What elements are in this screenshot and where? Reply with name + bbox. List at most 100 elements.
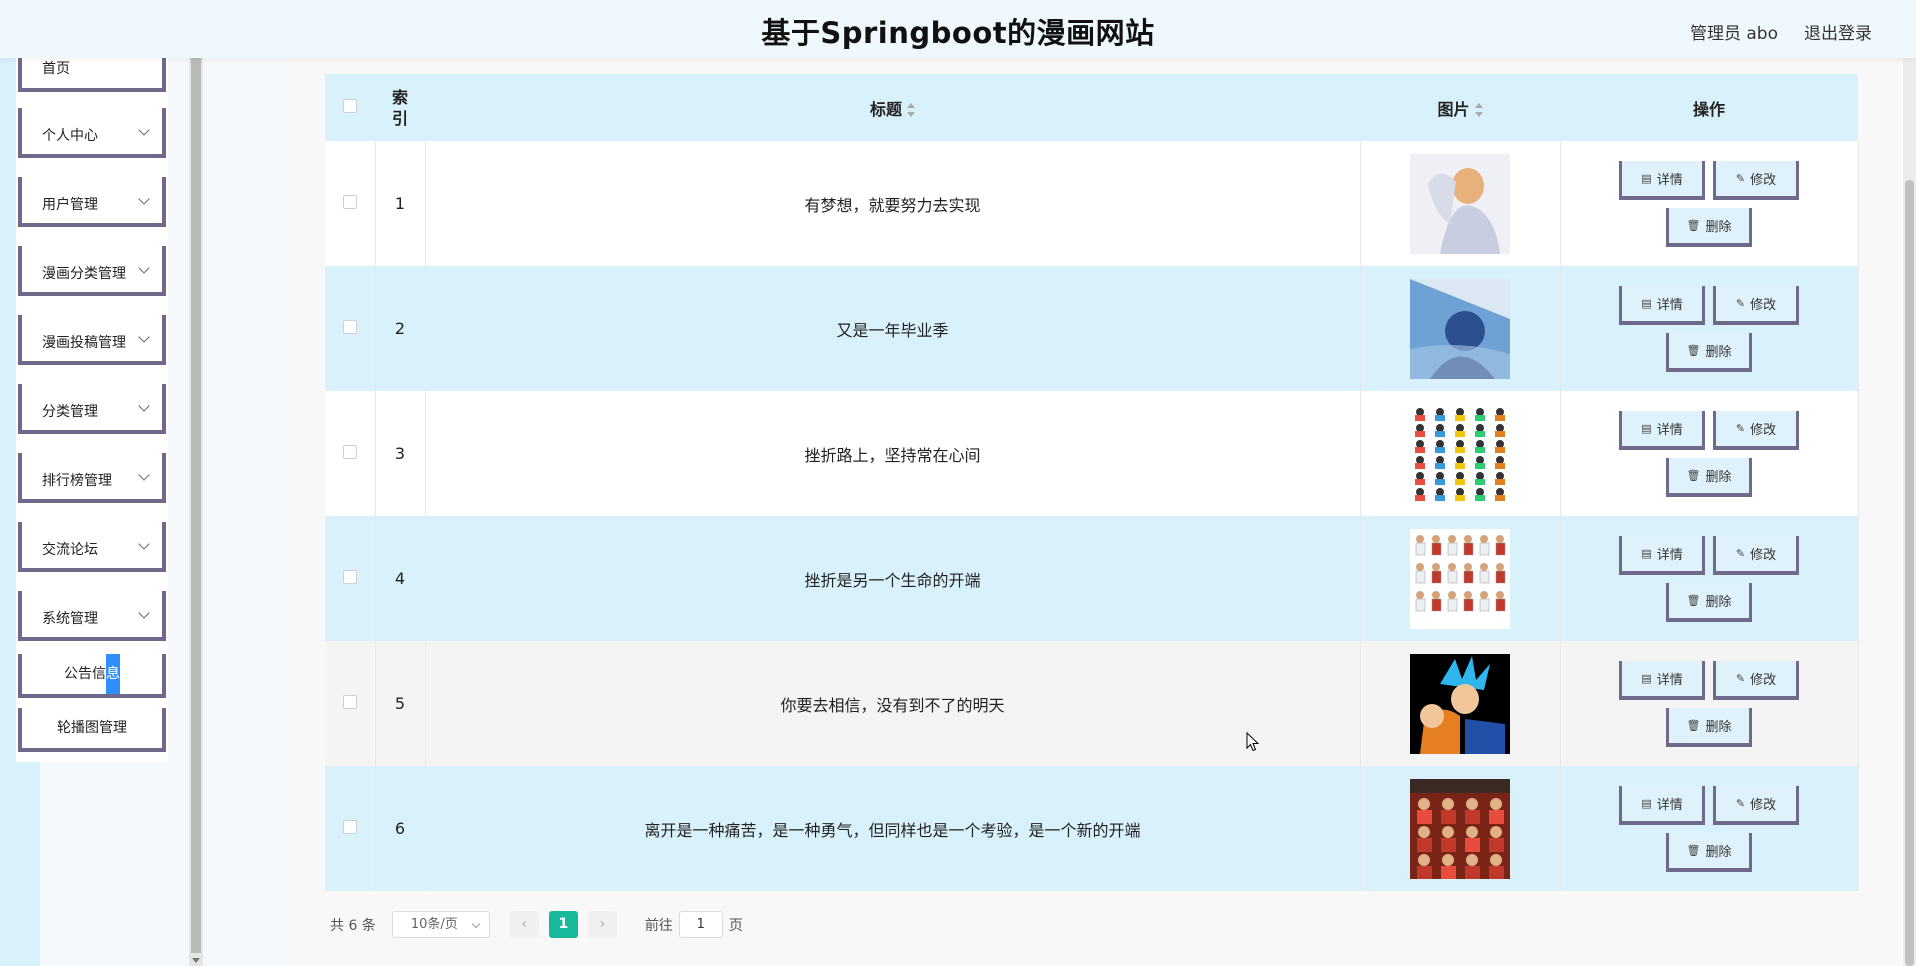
delete-button[interactable]: 🗑 删除: [1666, 707, 1752, 747]
index-cell: 3: [375, 391, 426, 516]
text-selection-highlight: 息: [106, 654, 120, 694]
trash-icon: 🗑: [1686, 593, 1701, 607]
column-header-title[interactable]: 标题: [425, 74, 1360, 141]
edit-button[interactable]: ✎ 修改: [1713, 160, 1799, 200]
pagination: 共 6 条 10条/页 ‹ 1 › 前往 1 页: [330, 911, 743, 938]
chevron-down-icon: [138, 193, 150, 205]
top-bar: 基于Springboot的漫画网站 管理员 abo 退出登录: [0, 0, 1916, 58]
title-cell: 挫折路上，坚持常在心间: [425, 391, 1361, 516]
row-checkbox[interactable]: [342, 195, 357, 209]
image-cell: [1360, 391, 1561, 516]
table-header-row: 索引 标题 图片 操作: [325, 74, 1858, 141]
detail-button[interactable]: ▤ 详情: [1619, 285, 1705, 325]
detail-button[interactable]: ▤ 详情: [1619, 410, 1705, 450]
comic-thumbnail[interactable]: [1410, 778, 1510, 879]
title-cell: 离开是一种痛苦，是一种勇气，但同样也是一个考验，是一个新的开端: [425, 766, 1361, 891]
sidebar-item-label: 系统管理: [42, 611, 98, 627]
sidebar-scrollbar[interactable]: [189, 58, 203, 966]
delete-button[interactable]: 🗑 删除: [1666, 457, 1752, 497]
select-all-checkbox[interactable]: [343, 99, 357, 113]
delete-button[interactable]: 🗑 删除: [1666, 832, 1752, 872]
pencil-icon: ✎: [1735, 546, 1746, 560]
image-cell: [1360, 516, 1561, 641]
next-page-button[interactable]: ›: [587, 911, 617, 938]
chevron-down-icon: [138, 400, 150, 412]
trash-icon: 🗑: [1686, 718, 1701, 732]
sidebar-item-ranking[interactable]: 排行榜管理: [18, 453, 166, 503]
sidebar-item-forum[interactable]: 交流论坛: [18, 522, 166, 572]
edit-button[interactable]: ✎ 修改: [1713, 660, 1799, 700]
sidebar-item-label: 首页: [42, 61, 70, 77]
delete-button[interactable]: 🗑 删除: [1666, 332, 1752, 372]
page-scrollbar[interactable]: [1903, 58, 1916, 966]
row-checkbox[interactable]: [342, 695, 357, 709]
page-number-button[interactable]: 1: [548, 911, 578, 938]
main-content: 索引 标题 图片 操作 1 有梦想，就要努力去实现 ▤ 详情 ✎ 修改 🗑 删除 2 …: [286, 58, 1908, 966]
logout-link[interactable]: 退出登录: [1804, 19, 1872, 44]
sidebar-item-profile[interactable]: 个人中心: [18, 108, 166, 158]
sidebar-item-label: 用户管理: [42, 197, 98, 213]
sidebar-subitem-announcements[interactable]: 公告信息: [18, 654, 166, 698]
table-row: 5 你要去相信，没有到不了的明天 ▤ 详情 ✎ 修改 🗑 删除: [325, 641, 1859, 766]
sidebar-item-label: 漫画分类管理: [42, 266, 126, 282]
trash-icon: 🗑: [1686, 218, 1701, 232]
comic-thumbnail[interactable]: [1410, 278, 1510, 379]
chevron-down-icon: [138, 331, 150, 343]
sidebar-item-users[interactable]: 用户管理: [18, 177, 166, 227]
trash-icon: 🗑: [1686, 468, 1701, 482]
detail-button[interactable]: ▤ 详情: [1619, 535, 1705, 575]
row-checkbox[interactable]: [342, 445, 357, 459]
table-row: 2 又是一年毕业季 ▤ 详情 ✎ 修改 🗑 删除: [325, 266, 1859, 391]
scroll-down-arrow-icon[interactable]: [192, 958, 200, 963]
detail-button[interactable]: ▤ 详情: [1619, 160, 1705, 200]
row-checkbox[interactable]: [342, 570, 357, 584]
sidebar-item-comic-category[interactable]: 漫画分类管理: [18, 246, 166, 296]
comic-thumbnail[interactable]: [1410, 528, 1510, 629]
sidebar-item-comic-submission[interactable]: 漫画投稿管理: [18, 315, 166, 365]
index-cell: 4: [375, 516, 426, 641]
index-cell: 6: [375, 766, 426, 891]
comic-thumbnail[interactable]: [1410, 653, 1510, 754]
sidebar-scrollbar-thumb[interactable]: [191, 58, 201, 953]
prev-page-button[interactable]: ‹: [509, 911, 539, 938]
goto-page-input[interactable]: 1: [678, 911, 723, 938]
index-cell: 5: [375, 641, 426, 766]
edit-button[interactable]: ✎ 修改: [1713, 535, 1799, 575]
sidebar-item-label: 分类管理: [42, 404, 98, 420]
image-cell: [1360, 141, 1561, 266]
detail-button[interactable]: ▤ 详情: [1619, 660, 1705, 700]
chevron-down-icon: [138, 124, 150, 136]
row-checkbox[interactable]: [342, 320, 357, 334]
row-select-cell: [325, 141, 376, 266]
actions-cell: ▤ 详情 ✎ 修改 🗑 删除: [1560, 141, 1859, 266]
edit-button[interactable]: ✎ 修改: [1713, 285, 1799, 325]
column-header-image[interactable]: 图片: [1360, 74, 1560, 141]
delete-button[interactable]: 🗑 删除: [1666, 582, 1752, 622]
row-checkbox[interactable]: [342, 820, 357, 834]
sidebar-subitem-carousel[interactable]: 轮播图管理: [18, 708, 166, 752]
sidebar-item-label: 排行榜管理: [42, 473, 112, 489]
column-header-actions: 操作: [1560, 74, 1858, 141]
sort-icon[interactable]: [907, 103, 915, 117]
pencil-icon: ✎: [1735, 171, 1746, 185]
edit-button[interactable]: ✎ 修改: [1713, 785, 1799, 825]
sidebar-item-category[interactable]: 分类管理: [18, 384, 166, 434]
sidebar-item-label: 漫画投稿管理: [42, 335, 126, 351]
document-icon: ▤: [1641, 546, 1652, 560]
edit-button[interactable]: ✎ 修改: [1713, 410, 1799, 450]
trash-icon: 🗑: [1686, 843, 1701, 857]
comic-thumbnail[interactable]: [1410, 153, 1510, 254]
delete-button[interactable]: 🗑 删除: [1666, 207, 1752, 247]
chevron-down-icon: [138, 469, 150, 481]
title-cell: 又是一年毕业季: [425, 266, 1361, 391]
image-cell: [1360, 766, 1561, 891]
comic-thumbnail[interactable]: [1410, 403, 1510, 504]
sidebar-item-system[interactable]: 系统管理: [18, 591, 166, 641]
page-size-select[interactable]: 10条/页: [391, 911, 490, 938]
page-scrollbar-thumb[interactable]: [1905, 180, 1914, 966]
sort-icon[interactable]: [1474, 103, 1483, 117]
detail-button[interactable]: ▤ 详情: [1619, 785, 1705, 825]
sidebar-item-home[interactable]: 首页: [18, 58, 166, 92]
pencil-icon: ✎: [1735, 671, 1746, 685]
select-all-cell: [325, 74, 375, 141]
